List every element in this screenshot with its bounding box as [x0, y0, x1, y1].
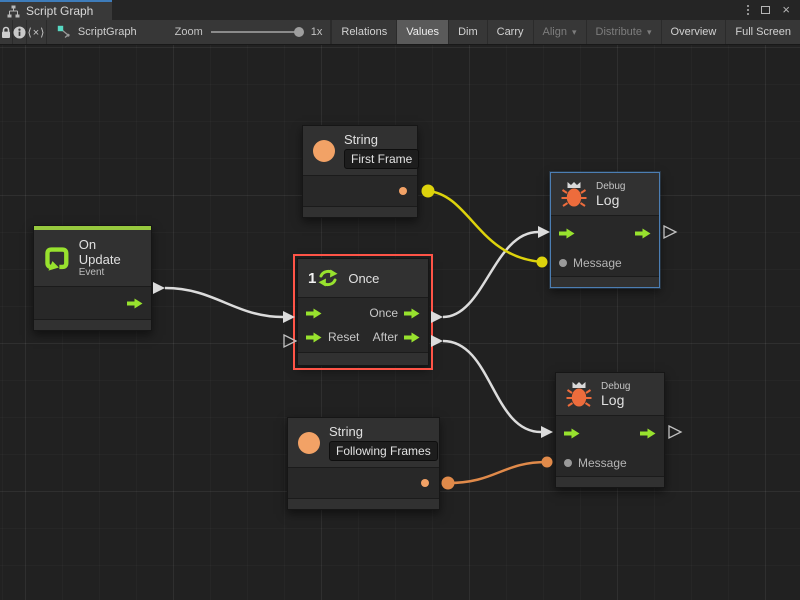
- port-label-message: Message: [578, 456, 627, 470]
- node-title: Log: [596, 193, 625, 208]
- string-type-icon: [313, 140, 335, 162]
- code-view-toggle[interactable]: ⟨×⟩: [27, 20, 47, 44]
- title-bar: Script Graph ×: [0, 0, 800, 20]
- wire-once-after-to-debug-bottom[interactable]: [431, 335, 553, 438]
- zoom-slider[interactable]: [211, 31, 303, 33]
- node-header: On Update Event: [34, 230, 151, 287]
- graph-hierarchy-icon: [7, 5, 20, 18]
- menu-icon[interactable]: [747, 5, 749, 15]
- zoom-label: Zoom: [175, 26, 203, 38]
- node-footer: [551, 277, 659, 287]
- chevron-down-icon: ▾: [647, 27, 652, 38]
- window-controls: ×: [747, 0, 800, 20]
- align-button[interactable]: Align ▾: [534, 20, 587, 44]
- wire-string-to-debug-top[interactable]: [422, 185, 548, 268]
- chevron-down-icon: ▾: [572, 27, 577, 38]
- output-flow-port[interactable]: [127, 298, 143, 309]
- string-output-port[interactable]: [399, 187, 407, 195]
- node-footer: [34, 320, 151, 330]
- node-kind: Debug: [601, 381, 630, 393]
- node-footer: [288, 499, 439, 509]
- close-icon[interactable]: ×: [782, 5, 790, 15]
- port-label-after: After: [373, 330, 398, 344]
- node-footer: [298, 353, 428, 365]
- node-string-following-frames[interactable]: String Following Frames: [287, 417, 440, 510]
- node-header: String First Frame: [303, 126, 417, 176]
- node-header: 1 Once: [298, 259, 428, 298]
- bug-icon: [566, 380, 592, 408]
- node-kind: Debug: [596, 181, 625, 193]
- input-flow-port[interactable]: [559, 228, 575, 239]
- on-update-loop-icon: [44, 245, 70, 271]
- script-graph-icon: [57, 25, 71, 39]
- info-button[interactable]: [13, 20, 27, 44]
- string-output-port[interactable]: [421, 479, 429, 487]
- string-value-field[interactable]: Following Frames: [329, 441, 438, 461]
- values-button[interactable]: Values: [397, 20, 449, 44]
- maximize-icon[interactable]: [761, 6, 770, 14]
- fullscreen-button[interactable]: Full Screen: [726, 20, 800, 44]
- output-flow-port-once[interactable]: [404, 308, 420, 319]
- string-type-icon: [298, 432, 320, 454]
- node-subtitle: Event: [79, 267, 141, 279]
- wire-once-to-debug-top[interactable]: [431, 226, 550, 323]
- unconnected-output-marker[interactable]: [664, 226, 676, 238]
- wire-on-update-to-once[interactable]: [153, 282, 295, 323]
- overview-button[interactable]: Overview: [662, 20, 727, 44]
- unconnected-input-marker[interactable]: [284, 335, 296, 347]
- graph-name: ScriptGraph: [78, 26, 137, 38]
- bug-icon: [561, 180, 587, 208]
- output-flow-port-after[interactable]: [404, 332, 420, 343]
- lock-button[interactable]: [0, 20, 13, 44]
- node-title: Log: [601, 393, 630, 408]
- output-flow-port[interactable]: [640, 428, 656, 439]
- once-counter: 1: [308, 270, 316, 287]
- node-header: Debug Log: [556, 373, 664, 416]
- port-label-message: Message: [573, 256, 622, 270]
- info-icon: [13, 26, 26, 39]
- node-on-update[interactable]: On Update Event: [33, 225, 152, 331]
- graph-toolbar: ⟨×⟩ ScriptGraph Zoom 1x Relations Values…: [0, 20, 800, 45]
- node-footer: [556, 477, 664, 487]
- graph-canvas[interactable]: On Update Event String First Frame: [0, 45, 800, 600]
- output-flow-port[interactable]: [635, 228, 651, 239]
- once-cycle-icon: [317, 267, 339, 289]
- node-header: Debug Log: [551, 173, 659, 216]
- node-once[interactable]: 1 Once Once: [297, 258, 429, 366]
- lock-icon: [0, 26, 12, 39]
- relations-button[interactable]: Relations: [331, 20, 397, 44]
- zoom-slider-knob[interactable]: [294, 27, 304, 37]
- distribute-button[interactable]: Distribute ▾: [587, 20, 662, 44]
- node-title: String: [344, 132, 419, 147]
- input-flow-port[interactable]: [306, 308, 322, 319]
- toolbar-buttons: Relations Values Dim Carry Align ▾ Distr…: [331, 20, 800, 44]
- carry-button[interactable]: Carry: [488, 20, 534, 44]
- wire-string-to-debug-bottom[interactable]: [442, 457, 553, 490]
- unconnected-output-marker[interactable]: [669, 426, 681, 438]
- string-value-field[interactable]: First Frame: [344, 149, 419, 169]
- node-footer: [303, 207, 417, 217]
- input-flow-port-reset[interactable]: [306, 332, 322, 343]
- node-string-first-frame[interactable]: String First Frame: [302, 125, 418, 218]
- node-debug-log-top[interactable]: Debug Log Message: [550, 172, 660, 288]
- input-flow-port[interactable]: [564, 428, 580, 439]
- node-debug-log-bottom[interactable]: Debug Log Message: [555, 372, 665, 488]
- port-label-once: Once: [369, 306, 398, 320]
- zoom-value: 1x: [311, 26, 323, 38]
- zoom-control: Zoom 1x: [147, 20, 332, 44]
- message-input-port[interactable]: [564, 459, 572, 467]
- graph-breadcrumb[interactable]: ScriptGraph: [47, 20, 147, 44]
- tab-script-graph[interactable]: Script Graph: [0, 0, 112, 20]
- message-input-port[interactable]: [559, 259, 567, 267]
- dim-button[interactable]: Dim: [449, 20, 488, 44]
- port-label-reset: Reset: [328, 330, 359, 344]
- tab-title: Script Graph: [26, 4, 93, 18]
- node-header: String Following Frames: [288, 418, 439, 468]
- node-title: Once: [348, 271, 379, 286]
- node-title: On Update: [79, 237, 141, 267]
- node-title: String: [329, 424, 438, 439]
